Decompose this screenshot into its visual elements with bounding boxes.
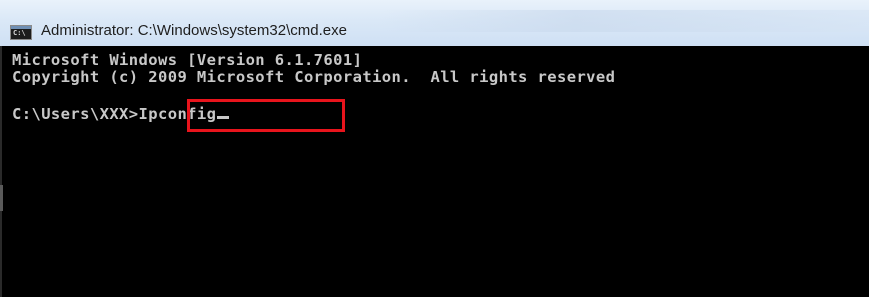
window-left-border (0, 46, 2, 297)
console-prompt: C:\Users\XXX> (12, 105, 139, 123)
cmd-window: C:\ Administrator: C:\Windows\system32\c… (0, 0, 869, 297)
console-line-copyright: Copyright (c) 2009 Microsoft Corporation… (12, 68, 616, 86)
console-line-version: Microsoft Windows [Version 6.1.7601] (12, 51, 363, 69)
cmd-icon-glyph: C:\ (13, 29, 26, 37)
cmd-icon[interactable]: C:\ (10, 25, 32, 40)
command-highlight-box (187, 99, 345, 132)
window-edge-mark (0, 185, 3, 211)
title-bar-glass (380, 10, 869, 32)
console-area[interactable]: Microsoft Windows [Version 6.1.7601] Cop… (0, 46, 869, 297)
window-title: Administrator: C:\Windows\system32\cmd.e… (41, 22, 347, 39)
title-bar[interactable]: C:\ Administrator: C:\Windows\system32\c… (0, 0, 869, 46)
